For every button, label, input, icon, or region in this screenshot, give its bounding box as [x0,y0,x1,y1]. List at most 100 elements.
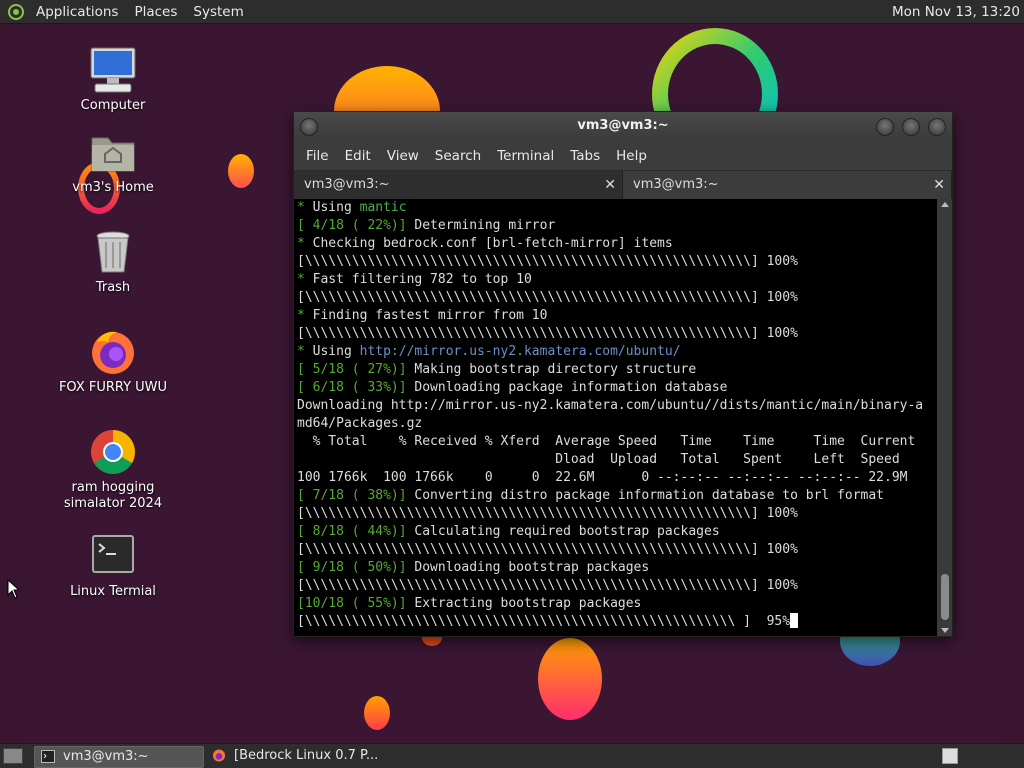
menu-search[interactable]: Search [427,148,489,164]
terminal-line: [ 6/18 ( 33%)] Downloading package infor… [297,379,937,397]
terminal-text: 100 1766k 100 1766k 0 0 22.6M 0 --:--:--… [297,470,908,485]
desktop-icon-chrome[interactable]: ram hogging simalator 2024 [53,428,173,512]
terminal-text: [\\\\\\\\\\\\\\\\\\\\\\\\\\\\\\\\\\\\\\\… [297,506,798,521]
taskbar-item-firefox[interactable]: [Bedrock Linux 0.7 P... [206,746,406,766]
terminal-line: * Using mantic [297,199,937,217]
terminal-text: % Total % Received % Xferd Average Speed… [297,434,916,449]
terminal-text: [\\\\\\\\\\\\\\\\\\\\\\\\\\\\\\\\\\\\\\\… [297,614,791,629]
trash-icon [89,228,137,276]
terminal-line: [ 8/18 ( 44%)] Calculating required boot… [297,523,937,541]
terminal-text: [\\\\\\\\\\\\\\\\\\\\\\\\\\\\\\\\\\\\\\\… [297,290,798,305]
terminal-text: Using [312,344,360,359]
terminal-text: Checking bedrock.conf [brl-fetch-mirror]… [312,236,673,251]
scroll-down-icon[interactable] [941,628,949,633]
terminal-line: Downloading http://mirror.us-ny2.kamater… [297,397,937,415]
menu-help[interactable]: Help [608,148,655,164]
taskbar-item-label: [Bedrock Linux 0.7 P... [234,748,379,763]
menu-edit[interactable]: Edit [337,148,379,164]
wallpaper-blob [538,638,602,720]
terminal-text: Dload Upload Total Spent Left Speed [297,452,900,467]
tab-2[interactable]: vm3@vm3:~ ✕ [623,171,952,199]
desktop-icon-label: vm3's Home [72,180,154,195]
desktop-icon-trash[interactable]: Trash [53,228,173,296]
distro-logo-icon[interactable] [8,3,24,20]
terminal-text: Calculating required bootstrap packages [414,524,720,539]
terminal-text: * [297,344,313,359]
terminal-icon [41,750,55,763]
window-titlebar[interactable]: vm3@vm3:~ [294,112,952,142]
terminal-output[interactable]: * Using mantic[ 4/18 ( 22%)] Determining… [294,199,937,636]
terminal-line: * Finding fastest mirror from 10 [297,307,937,325]
desktop-icon-terminal[interactable]: Linux Termial [53,532,173,600]
terminal-text: md64/Packages.gz [297,416,423,431]
terminal-line: [\\\\\\\\\\\\\\\\\\\\\\\\\\\\\\\\\\\\\\\… [297,613,937,631]
terminal-text: mantic [359,200,407,215]
terminal-text: Using [312,200,360,215]
terminal-text: [\\\\\\\\\\\\\\\\\\\\\\\\\\\\\\\\\\\\\\\… [297,578,798,593]
terminal-text: * [297,200,313,215]
menu-applications[interactable]: Applications [28,0,126,24]
menu-tabs[interactable]: Tabs [562,148,608,164]
terminal-line: [\\\\\\\\\\\\\\\\\\\\\\\\\\\\\\\\\\\\\\\… [297,541,937,559]
firefox-icon [212,749,226,762]
menu-file[interactable]: File [298,148,337,164]
scrollbar-thumb[interactable] [941,574,949,620]
window-menubar: File Edit View Search Terminal Tabs Help [294,142,952,170]
terminal-line: [ 7/18 ( 38%)] Converting distro package… [297,487,937,505]
show-desktop-icon[interactable] [3,748,23,764]
terminal-text: [\\\\\\\\\\\\\\\\\\\\\\\\\\\\\\\\\\\\\\\… [297,542,798,557]
terminal-window[interactable]: vm3@vm3:~ File Edit View Search Terminal… [293,111,953,637]
wallpaper-blob [228,154,254,188]
menu-system[interactable]: System [185,0,251,24]
window-title: vm3@vm3:~ [577,118,669,133]
terminal-line: * Checking bedrock.conf [brl-fetch-mirro… [297,235,937,253]
terminal-line: [\\\\\\\\\\\\\\\\\\\\\\\\\\\\\\\\\\\\\\\… [297,577,937,595]
terminal-scrollbar[interactable] [938,199,952,636]
close-tab-icon[interactable]: ✕ [933,171,945,199]
terminal-text: [ 8/18 ( 44%)] [297,524,415,539]
minimize-button[interactable] [876,118,894,136]
terminal-line: [\\\\\\\\\\\\\\\\\\\\\\\\\\\\\\\\\\\\\\\… [297,505,937,523]
terminal-text: http://mirror.us-ny2.kamatera.com/ubuntu… [359,344,681,359]
desktop-icon-label: Linux Termial [70,584,156,599]
terminal-text: [\\\\\\\\\\\\\\\\\\\\\\\\\\\\\\\\\\\\\\\… [297,326,798,341]
tab-1[interactable]: vm3@vm3:~ ✕ [294,171,623,199]
terminal-line: Dload Upload Total Spent Left Speed [297,451,937,469]
terminal-line: * Fast filtering 782 to top 10 [297,271,937,289]
menu-terminal[interactable]: Terminal [489,148,562,164]
terminal-text: * [297,272,313,287]
terminal-text: * [297,236,313,251]
taskbar-item-label: vm3@vm3:~ [63,749,149,764]
taskbar-item-terminal[interactable]: vm3@vm3:~ [34,746,204,768]
terminal-line: [\\\\\\\\\\\\\\\\\\\\\\\\\\\\\\\\\\\\\\\… [297,325,937,343]
menu-places[interactable]: Places [126,0,185,24]
close-tab-icon[interactable]: ✕ [604,171,616,199]
home-folder-icon [89,128,137,176]
desktop-icon-computer[interactable]: Computer [53,46,173,114]
terminal-text: Fast filtering 782 to top 10 [312,272,532,287]
terminal-text: Downloading bootstrap packages [414,560,650,575]
terminal-line: [ 4/18 ( 22%)] Determining mirror [297,217,937,235]
maximize-button[interactable] [902,118,920,136]
terminal-text: [\\\\\\\\\\\\\\\\\\\\\\\\\\\\\\\\\\\\\\\… [297,254,798,269]
workspace-switcher[interactable] [942,748,958,764]
clock[interactable]: Mon Nov 13, 13:20 [892,0,1020,24]
desktop-icon-label: Computer [80,98,146,113]
top-panel: Applications Places System Mon Nov 13, 1… [0,0,1024,24]
terminal-text: Downloading http://mirror.us-ny2.kamater… [297,398,924,413]
terminal-line: * Using http://mirror.us-ny2.kamatera.co… [297,343,937,361]
close-button[interactable] [928,118,946,136]
terminal-line: % Total % Received % Xferd Average Speed… [297,433,937,451]
desktop-icon-firefox[interactable]: FOX FURRY UWU [53,328,173,396]
terminal-text: Extracting bootstrap packages [414,596,642,611]
terminal-text: [10/18 ( 55%)] [297,596,415,611]
desktop-icon-label: ram hogging simalator 2024 [63,480,163,511]
window-menu-button[interactable] [300,118,318,136]
terminal-line: [\\\\\\\\\\\\\\\\\\\\\\\\\\\\\\\\\\\\\\\… [297,289,937,307]
terminal-text: [ 7/18 ( 38%)] [297,488,415,503]
scroll-up-icon[interactable] [941,202,949,207]
desktop-icon-home[interactable]: vm3's Home [53,128,173,196]
menu-view[interactable]: View [379,148,427,164]
terminal-text: [ 9/18 ( 50%)] [297,560,415,575]
terminal-text: * [297,308,313,323]
